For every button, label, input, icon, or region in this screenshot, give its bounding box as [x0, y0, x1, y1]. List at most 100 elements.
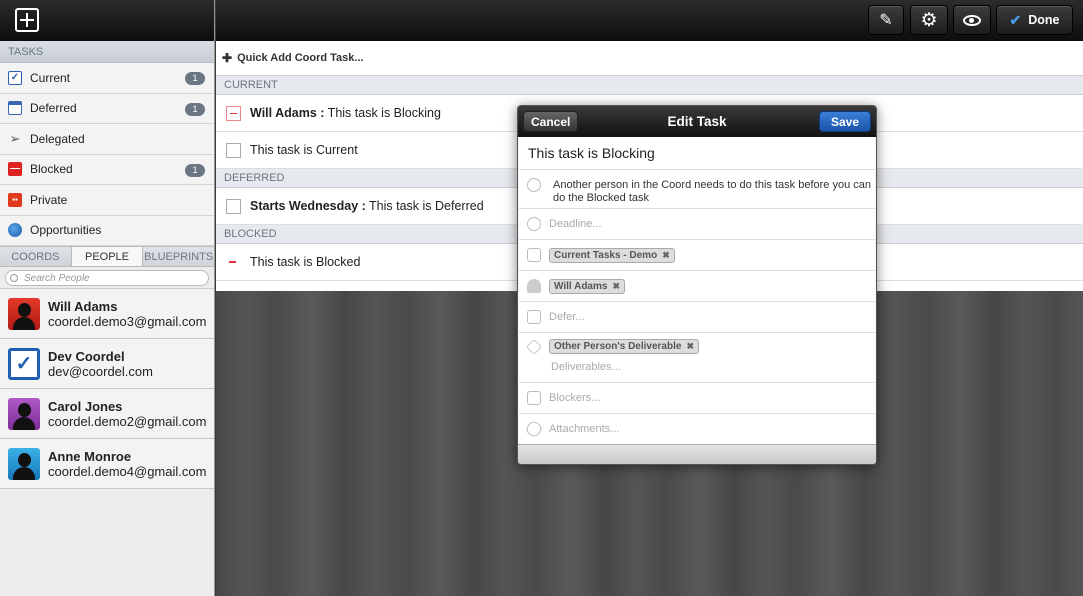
stopwatch-icon: [527, 217, 541, 231]
avatar: [8, 297, 40, 330]
count-badge: 1: [185, 163, 205, 177]
cancel-button[interactable]: Cancel: [523, 111, 579, 132]
sidebar-item-label: Delegated: [30, 131, 85, 146]
check-icon: ✓: [8, 70, 22, 85]
done-button[interactable]: ✔ Done: [996, 5, 1073, 35]
blockers-icon: [527, 391, 541, 405]
task-checkbox[interactable]: [226, 105, 241, 121]
person-icon: [527, 279, 541, 293]
deadline-field[interactable]: Deadline...: [519, 209, 875, 240]
sidebar-item-opportunities[interactable]: Opportunities: [0, 215, 214, 246]
deliverable-chip[interactable]: Other Person's Deliverable ✖: [549, 339, 699, 354]
clipboard-icon: [527, 248, 541, 262]
defer-field[interactable]: Defer...: [519, 302, 875, 333]
plus-icon: ✚: [222, 51, 233, 65]
tab-people[interactable]: PEOPLE: [71, 247, 144, 266]
person-item[interactable]: Carol Jones coordel.demo2@gmail.com: [0, 389, 214, 439]
edit-button[interactable]: ✎: [868, 5, 904, 35]
task-prefix: Will Adams :: [250, 106, 325, 120]
person-email: coordel.demo2@gmail.com: [48, 413, 207, 429]
save-button[interactable]: Save: [818, 111, 871, 132]
calendar-icon: [8, 101, 22, 116]
avatar: [8, 397, 40, 430]
remove-icon[interactable]: ✖: [612, 281, 620, 292]
tasks-section-header: TASKS: [0, 41, 214, 63]
count-badge: 1: [185, 102, 205, 116]
eye-icon: [963, 14, 981, 26]
blockers-field[interactable]: Blockers...: [519, 383, 875, 414]
remove-icon[interactable]: ✖: [686, 341, 694, 352]
person-item[interactable]: ✓ Dev Coordel dev@coordel.com: [0, 339, 214, 389]
sidebar-item-label: Blocked: [30, 162, 73, 177]
task-text: This task is Blocked: [250, 255, 361, 269]
person-item[interactable]: Anne Monroe coordel.demo4@gmail.com: [0, 439, 214, 489]
person-email: coordel.demo4@gmail.com: [48, 463, 207, 479]
task-text: This task is Current: [250, 143, 358, 157]
dialog-title: Edit Task: [667, 114, 727, 129]
person-name: Will Adams: [48, 298, 118, 314]
defer-icon: [527, 310, 541, 324]
sidebar-item-delegated[interactable]: ➢ Delegated: [0, 124, 214, 155]
coord-field[interactable]: Current Tasks - Demo ✖: [519, 240, 875, 271]
person-name: Anne Monroe: [48, 448, 132, 464]
responsible-field[interactable]: Will Adams ✖: [519, 271, 875, 302]
description-value: Another person in the Coord needs to do …: [553, 179, 871, 204]
private-icon: ▪▪: [8, 192, 22, 207]
sidebar-top-bar: [0, 0, 214, 41]
task-checkbox[interactable]: [226, 198, 241, 214]
task-checkbox[interactable]: [226, 142, 241, 158]
layers-icon: [526, 338, 542, 355]
sidebar-item-label: Deferred: [30, 101, 77, 116]
add-coord-button[interactable]: [15, 8, 39, 32]
paper-plane-icon: ➢: [9, 131, 21, 147]
deliverables-placeholder: Deliverables...: [551, 361, 621, 373]
remove-icon[interactable]: ✖: [662, 250, 670, 261]
coord-chip[interactable]: Current Tasks - Demo ✖: [549, 247, 675, 263]
person-email: coordel.demo3@gmail.com: [48, 313, 207, 329]
sidebar-item-blocked[interactable]: — Blocked 1: [0, 154, 214, 185]
blockers-placeholder: Blockers...: [549, 392, 601, 404]
person-item[interactable]: Will Adams coordel.demo3@gmail.com: [0, 289, 214, 339]
person-chip-label: Will Adams: [554, 280, 608, 292]
tab-coords[interactable]: COORDS: [0, 247, 72, 266]
person-chip[interactable]: Will Adams ✖: [549, 278, 625, 294]
quick-add-task[interactable]: ✚ Quick Add Coord Task...: [216, 41, 1083, 76]
deliverable-row: Other Person's Deliverable ✖: [526, 338, 699, 355]
sidebar-item-private[interactable]: ▪▪ Private: [0, 185, 214, 216]
checkmark-icon: ✔: [1009, 11, 1022, 28]
description-field[interactable]: Another person in the Coord needs to do …: [519, 170, 875, 209]
dialog-body: This task is Blocking Another person in …: [519, 137, 875, 445]
deliverables-field[interactable]: Other Person's Deliverable ✖ Deliverables…: [519, 333, 875, 383]
avatar: ✓: [8, 347, 40, 380]
sidebar: TASKS ✓ Current 1 Deferred 1 ➢ Delegated…: [0, 0, 215, 596]
task-text: This task is Deferred: [365, 199, 484, 213]
person-email: dev@coordel.com: [48, 363, 153, 379]
tab-blueprints[interactable]: BLUEPRINTS: [143, 247, 214, 266]
settings-button[interactable]: ⚙: [910, 5, 948, 35]
count-badge: 1: [185, 72, 205, 85]
search-input[interactable]: Search People: [5, 270, 209, 286]
deliverable-chip-label: Other Person's Deliverable: [554, 341, 682, 352]
blocked-icon: —: [8, 162, 22, 177]
avatar: [8, 447, 40, 480]
dialog-header: Cancel Edit Task Save: [518, 106, 876, 137]
gear-icon: ⚙: [920, 9, 938, 31]
search-placeholder: Search People: [24, 272, 90, 284]
target-icon: [527, 178, 541, 192]
view-button[interactable]: [953, 5, 991, 35]
sidebar-item-label: Private: [30, 192, 68, 207]
task-checkbox[interactable]: [226, 254, 241, 270]
quick-add-label: Quick Add Coord Task...: [237, 52, 364, 64]
coord-chip-label: Current Tasks - Demo: [554, 249, 658, 261]
sidebar-item-current[interactable]: ✓ Current 1: [0, 63, 214, 94]
done-label: Done: [1028, 13, 1060, 27]
group-header-current: CURRENT: [216, 76, 1083, 95]
sidebar-item-label: Current: [30, 70, 71, 85]
dialog-footer: [518, 444, 876, 464]
sidebar-item-deferred[interactable]: Deferred 1: [0, 93, 214, 124]
task-name-value: This task is Blocking: [528, 145, 655, 161]
deadline-placeholder: Deadline...: [549, 218, 602, 230]
task-name-field[interactable]: This task is Blocking: [519, 137, 875, 170]
search-icon: [10, 274, 18, 282]
attachments-field[interactable]: Attachments...: [519, 414, 875, 445]
